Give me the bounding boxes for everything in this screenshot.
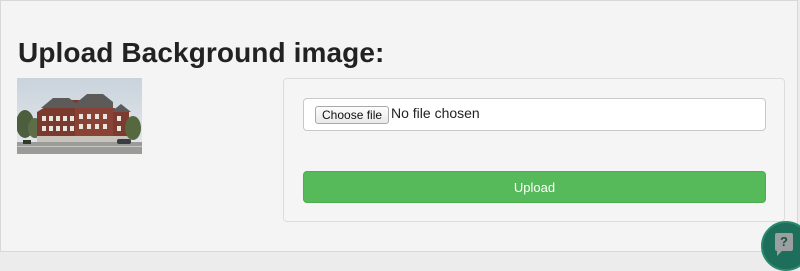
- building-photo: [17, 78, 142, 154]
- page-title: Upload Background image:: [18, 37, 385, 68]
- upload-panel: Upload Background image: Choose file No …: [0, 0, 798, 252]
- upload-button[interactable]: Upload: [303, 171, 766, 203]
- background-image-preview: [17, 78, 142, 154]
- help-chat-button[interactable]: ?: [761, 221, 800, 271]
- choose-file-button[interactable]: Choose file: [315, 106, 390, 124]
- file-status-text: No file chosen: [391, 105, 480, 121]
- file-input[interactable]: Choose file No file chosen: [303, 98, 766, 131]
- upload-form: Choose file No file chosen Upload: [283, 78, 785, 222]
- help-chat-icon: ?: [775, 233, 793, 256]
